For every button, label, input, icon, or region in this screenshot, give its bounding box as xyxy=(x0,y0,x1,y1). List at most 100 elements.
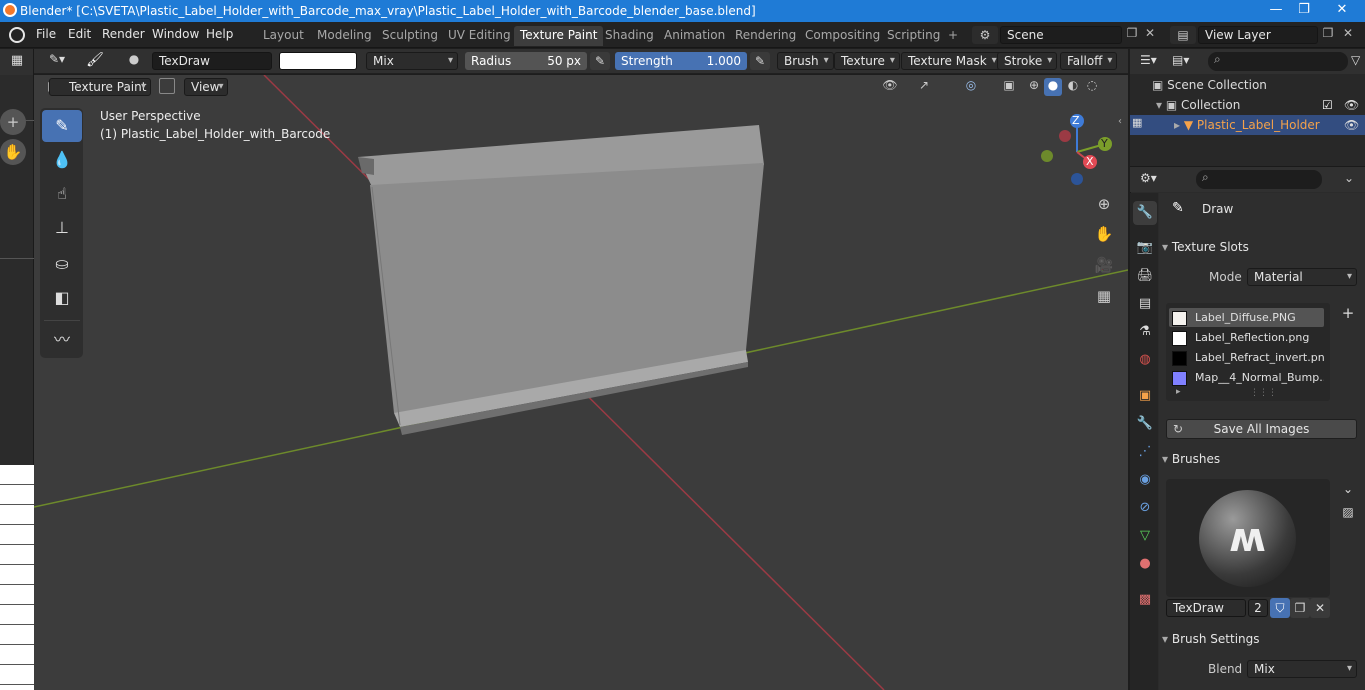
outliner-editor-icon[interactable]: ☰▾ xyxy=(1140,53,1168,71)
menu-help[interactable]: Help xyxy=(206,27,233,41)
outliner-search-input[interactable]: ⌕ xyxy=(1208,52,1348,71)
sidebar-toggle-icon[interactable]: ‹ xyxy=(1118,116,1128,130)
zoom-icon[interactable]: + xyxy=(0,109,26,135)
add-workspace-button[interactable]: + xyxy=(942,26,964,46)
duplicate-brush-icon[interactable]: ❐ xyxy=(1290,598,1310,618)
brush-options-icon[interactable]: ⌄ xyxy=(1338,479,1358,499)
particles-tab-icon[interactable]: ⋰ xyxy=(1133,440,1157,464)
delete-scene-icon[interactable]: ✕ xyxy=(1142,26,1158,44)
pan-icon[interactable]: ✋ xyxy=(0,139,26,165)
tab-sculpting[interactable]: Sculpting xyxy=(376,26,444,46)
expand-icon[interactable]: ▸ xyxy=(1174,118,1184,132)
texture-slot-item[interactable]: Label_Diffuse.PNG xyxy=(1169,308,1324,327)
texture-mask-menu[interactable]: Texture Mask xyxy=(901,52,1002,70)
new-scene-icon[interactable]: ❐ xyxy=(1124,26,1140,44)
properties-editor-icon[interactable]: ⚙▾ xyxy=(1140,171,1168,189)
tab-modeling[interactable]: Modeling xyxy=(311,26,378,46)
pan-viewport-icon[interactable]: ✋ xyxy=(1091,221,1117,247)
brush-type-icon[interactable]: ● xyxy=(124,52,144,70)
brush-users-count[interactable]: 2 xyxy=(1248,599,1268,617)
add-texture-slot-button[interactable]: + xyxy=(1338,303,1358,323)
properties-options-icon[interactable]: ⌄ xyxy=(1344,171,1358,189)
gizmo-toggle-icon[interactable]: ↗ xyxy=(910,78,938,96)
annotate-tool-icon[interactable]: 〰 xyxy=(42,324,82,356)
menu-render[interactable]: Render xyxy=(102,27,145,41)
view-layer-field[interactable]: View Layer xyxy=(1198,26,1318,44)
zoom-viewport-icon[interactable]: ⊕ xyxy=(1091,191,1117,217)
blend-mode-dropdown[interactable]: Mix xyxy=(366,52,458,70)
view-layer-icon[interactable]: ▤ xyxy=(1170,26,1196,44)
texture-menu[interactable]: Texture xyxy=(834,52,900,70)
eye-icon[interactable]: 👁 xyxy=(1344,115,1359,135)
tab-rendering[interactable]: Rendering xyxy=(729,26,802,46)
fake-user-shield-icon[interactable]: ⛉ xyxy=(1270,598,1290,618)
material-tab-icon[interactable]: ● xyxy=(1133,552,1157,576)
menu-file[interactable]: File xyxy=(36,27,56,41)
xray-icon[interactable]: ▣ xyxy=(1000,78,1018,96)
editor-type-icon[interactable]: ▦ xyxy=(8,53,26,71)
unlink-brush-icon[interactable]: ✕ xyxy=(1310,598,1330,618)
brush-menu[interactable]: Brush xyxy=(777,52,834,70)
tab-compositing[interactable]: Compositing xyxy=(799,26,886,46)
texture-slot-item[interactable]: Label_Reflection.png xyxy=(1169,328,1324,347)
menu-window[interactable]: Window xyxy=(152,27,199,41)
mask-toggle-icon[interactable] xyxy=(159,78,175,94)
tool-settings-icon[interactable]: ✎▾ xyxy=(42,52,72,70)
scene-field[interactable]: Scene xyxy=(1000,26,1122,44)
clone-tool-icon[interactable]: ⊥ xyxy=(42,212,82,244)
blender-menu-icon[interactable] xyxy=(9,27,25,43)
constraints-tab-icon[interactable]: ⊘ xyxy=(1133,496,1157,520)
physics-tab-icon[interactable]: ◉ xyxy=(1133,468,1157,492)
checkbox-icon[interactable]: ☑ xyxy=(1322,95,1333,115)
list-expand-icon[interactable]: ▸ xyxy=(1176,387,1181,397)
tool-tab-icon[interactable]: 🔧 xyxy=(1133,201,1157,225)
scene-icon[interactable]: ⚙ xyxy=(972,26,998,44)
3d-viewport[interactable] xyxy=(34,75,1128,690)
modifier-tab-icon[interactable]: 🔧 xyxy=(1133,412,1157,436)
outliner-row-collection[interactable]: ▾ ▣ Collection ☑ 👁 xyxy=(1130,95,1365,115)
strength-slider[interactable]: Strength 1.000 xyxy=(615,52,747,70)
save-all-images-button[interactable]: ↻ Save All Images xyxy=(1166,419,1357,439)
brush-image-icon[interactable]: ▨ xyxy=(1338,502,1358,522)
visibility-icon[interactable]: 👁 xyxy=(877,78,903,96)
data-tab-icon[interactable]: ▽ xyxy=(1133,524,1157,548)
list-resize-handle[interactable]: ⋮⋮⋮ xyxy=(1250,388,1277,398)
minimize-button[interactable]: — xyxy=(1262,0,1290,22)
world-tab-icon[interactable]: ◍ xyxy=(1133,348,1157,372)
smear-tool-icon[interactable]: ☝ xyxy=(42,178,82,210)
brush-name-field[interactable]: TexDraw xyxy=(1166,599,1246,617)
soften-tool-icon[interactable]: 💧 xyxy=(42,144,82,176)
mode-dropdown[interactable]: Texture Paint xyxy=(49,78,151,96)
draw-tool-icon[interactable]: ✎ xyxy=(42,110,82,142)
falloff-menu[interactable]: Falloff xyxy=(1060,52,1118,70)
texture-slot-item[interactable]: Label_Refract_invert.png xyxy=(1169,348,1324,367)
strength-pressure-icon[interactable]: ✎ xyxy=(750,52,770,70)
tab-layout[interactable]: Layout xyxy=(257,26,310,46)
object-tab-icon[interactable]: ▣ xyxy=(1133,384,1157,408)
texture-slot-item[interactable]: Map__4_Normal_Bump.... xyxy=(1169,368,1324,387)
fill-tool-icon[interactable]: ⛀ xyxy=(42,248,82,280)
toggle-perspective-icon[interactable]: ▦ xyxy=(1091,283,1117,309)
brush-settings-section[interactable]: ▾ Brush Settings xyxy=(1162,628,1360,650)
maximize-button[interactable]: ❐ xyxy=(1290,0,1318,22)
view-layer-tab-icon[interactable]: ▤ xyxy=(1133,292,1157,316)
output-tab-icon[interactable]: 🖨 xyxy=(1133,264,1157,288)
tab-shading[interactable]: Shading xyxy=(599,26,660,46)
expand-icon[interactable]: ▾ xyxy=(1156,98,1166,112)
solid-shading-icon[interactable]: ● xyxy=(1044,78,1062,96)
mask-tool-icon[interactable]: ◧ xyxy=(42,282,82,314)
texture-tab-icon[interactable]: ▩ xyxy=(1133,588,1157,612)
slot-mode-dropdown[interactable]: Material xyxy=(1247,268,1357,286)
radius-slider[interactable]: Radius 50 px xyxy=(465,52,587,70)
view-menu[interactable]: View xyxy=(184,78,229,96)
properties-search-input[interactable]: ⌕ xyxy=(1196,170,1322,189)
overlays-icon[interactable]: ◎ xyxy=(956,78,986,96)
outliner-row-scene-collection[interactable]: ▣ Scene Collection xyxy=(1130,75,1365,95)
new-view-layer-icon[interactable]: ❐ xyxy=(1320,26,1336,44)
camera-view-icon[interactable]: 🎥 xyxy=(1091,252,1117,278)
radius-pressure-icon[interactable]: ✎ xyxy=(590,52,610,70)
wireframe-shading-icon[interactable]: ⊕ xyxy=(1025,78,1043,96)
render-tab-icon[interactable]: 📷 xyxy=(1133,236,1157,260)
brushes-section[interactable]: ▾ Brushes xyxy=(1162,448,1360,470)
brush-blend-dropdown[interactable]: Mix xyxy=(1247,660,1357,678)
